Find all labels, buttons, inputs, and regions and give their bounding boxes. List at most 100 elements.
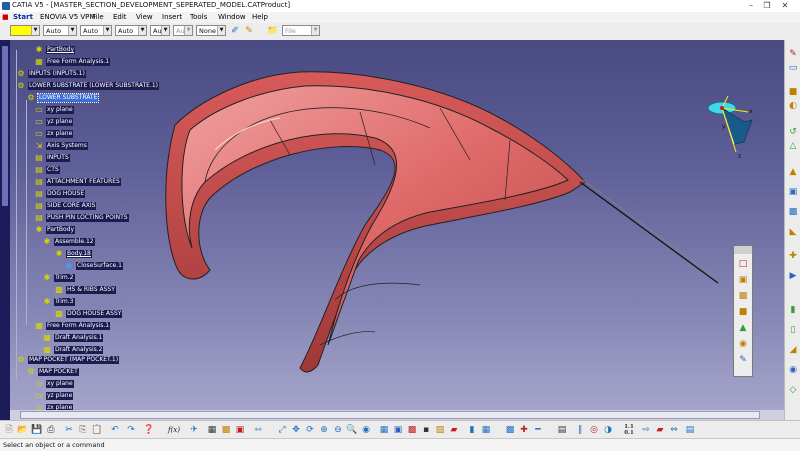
analysis-icon[interactable]: ◉ [787,364,799,376]
scale-icon[interactable]: 1.1 0.1 [622,424,636,436]
hide-show-icon[interactable]: ▪ [420,424,432,436]
point-icon[interactable]: ✚ [518,424,530,436]
multi-view-icon[interactable]: ▦ [378,424,390,436]
snap-icon[interactable]: ◎ [588,424,600,436]
menu-view[interactable]: View [136,12,153,23]
menu-window[interactable]: Window [218,12,246,23]
menu-insert[interactable]: Insert [162,12,182,23]
pad-icon[interactable]: ■ [737,306,749,318]
shading-icon[interactable]: ▩ [406,424,418,436]
lock-icon[interactable]: ▤ [556,424,568,436]
extrapolate-icon[interactable]: ▶ [787,270,799,282]
paste-icon[interactable]: 📋 [91,424,103,436]
paint-brush-icon[interactable]: ✐ [229,25,241,37]
save-icon[interactable]: 💾 [31,424,43,436]
open-icon[interactable]: 📂 [17,424,29,436]
box-icon[interactable]: ▩ [737,290,749,302]
section-icon[interactable]: ▰ [654,424,666,436]
translate-icon[interactable]: ✚ [787,250,799,262]
revolve-icon[interactable]: ◐ [787,100,799,112]
minimize-button[interactable]: – [744,0,758,12]
parallel-icon[interactable]: ∥ [574,424,586,436]
measure-icon[interactable]: ⇿ [252,424,264,436]
split-icon[interactable]: ▩ [787,206,799,218]
tree-scrollbar[interactable] [0,40,10,420]
rotate-icon[interactable]: ⟳ [304,424,316,436]
grid-icon[interactable]: ▦ [480,424,492,436]
status-bar: Select an object or a command [0,438,800,451]
knowledge-icon[interactable]: ▣ [234,424,246,436]
viewport-hscrollbar[interactable] [10,410,784,420]
wireframe-icon[interactable]: ▩ [504,424,516,436]
sketcher-icon[interactable]: ▮ [466,424,478,436]
rendering-combo[interactable]: Aut ▼ [173,25,193,36]
print-icon[interactable]: ⎙ [45,424,57,436]
tangency-icon[interactable]: ◑ [602,424,614,436]
fillet-icon[interactable]: ◣ [787,226,799,238]
start-icon[interactable]: ■ [2,12,9,23]
menu-start[interactable]: Start [13,12,33,23]
rib-icon[interactable]: ✎ [737,354,749,366]
plane-icon[interactable]: ▭ [787,62,799,74]
pan-icon[interactable]: ✥ [290,424,302,436]
lineweight-combo[interactable]: Auto ▼ [115,25,147,36]
menu-tools[interactable]: Tools [190,12,207,23]
layer-combo[interactable]: None ▼ [196,25,226,36]
floating-toolbar-header[interactable] [734,246,752,254]
file-combo[interactable]: File ▼ [282,25,320,36]
pocket-icon[interactable]: ▲ [737,322,749,334]
eraser-icon[interactable]: ▤ [684,424,696,436]
line-icon[interactable]: ━ [532,424,544,436]
tree-scroll-thumb[interactable] [2,46,8,206]
join-icon[interactable]: ▣ [787,186,799,198]
fill-icon[interactable]: ▲ [787,166,799,178]
specification-tree[interactable]: ✱ PartBody ▦ Free Form Analysis.1 ⚙ INPUTS … [10,40,270,420]
catia-app-icon[interactable] [2,2,10,10]
menu-enovia[interactable]: ENOVIA V5 VPM [40,12,95,23]
iso-view-icon[interactable]: ▣ [392,424,404,436]
compass[interactable]: x y z [692,94,762,164]
point-symbol-combo[interactable]: Aut ▼ [150,25,170,36]
formula-icon[interactable]: f(x) [165,424,183,436]
sweep-icon[interactable]: ↺ [787,126,799,138]
copy-icon[interactable]: ⎘ [77,424,89,436]
sketch-icon[interactable]: ✎ [787,48,799,60]
clearance-icon[interactable]: ⇨ [640,424,652,436]
zoom-in-icon[interactable]: ⊕ [318,424,330,436]
extrude-icon[interactable]: ■ [787,86,799,98]
normal-view-icon[interactable]: ◉ [360,424,372,436]
cube-icon[interactable]: ▣ [737,274,749,286]
catalog-icon[interactable]: ▦ [206,424,218,436]
whats-this-icon[interactable]: ❓ [143,424,155,436]
zoom-out-icon[interactable]: ⊖ [332,424,344,436]
color-combo[interactable]: ▼ [10,25,40,36]
menu-file[interactable]: File [92,12,104,23]
close-icon[interactable]: □ [737,258,749,270]
fly-mode-icon[interactable]: ✈ [188,424,200,436]
undo-icon[interactable]: ↶ [109,424,121,436]
design-table-icon[interactable]: ▩ [220,424,232,436]
draft-icon[interactable]: ◢ [787,344,799,356]
linetype-combo[interactable]: Auto ▼ [80,25,112,36]
new-icon[interactable]: 🗎 [3,424,15,436]
compare-icon[interactable]: ⇔ [668,424,680,436]
folder-icon[interactable]: 📁 [267,25,279,37]
menu-help[interactable]: Help [252,12,268,23]
menu-edit[interactable]: Edit [113,12,127,23]
offset-icon[interactable]: ▮ [787,304,799,316]
restore-button[interactable]: ❒ [760,0,774,12]
cut-icon[interactable]: ✂ [63,424,75,436]
painter-icon[interactable]: ✎ [243,25,255,37]
swap-space-icon[interactable]: ▨ [434,424,446,436]
redo-icon[interactable]: ↷ [125,424,137,436]
curvature-icon[interactable]: ◇ [787,384,799,396]
close-button[interactable]: ✕ [778,0,792,12]
hole-icon[interactable]: ◉ [737,338,749,350]
thickness-icon[interactable]: ▯ [787,324,799,336]
transparency-combo[interactable]: Auto ▼ [43,25,77,36]
hscroll-thumb[interactable] [20,411,760,419]
material-icon[interactable]: ▰ [448,424,460,436]
fit-all-icon[interactable]: ⤢ [276,424,288,436]
blend-icon[interactable]: △ [787,140,799,152]
zoom-area-icon[interactable]: 🔍 [346,424,358,436]
